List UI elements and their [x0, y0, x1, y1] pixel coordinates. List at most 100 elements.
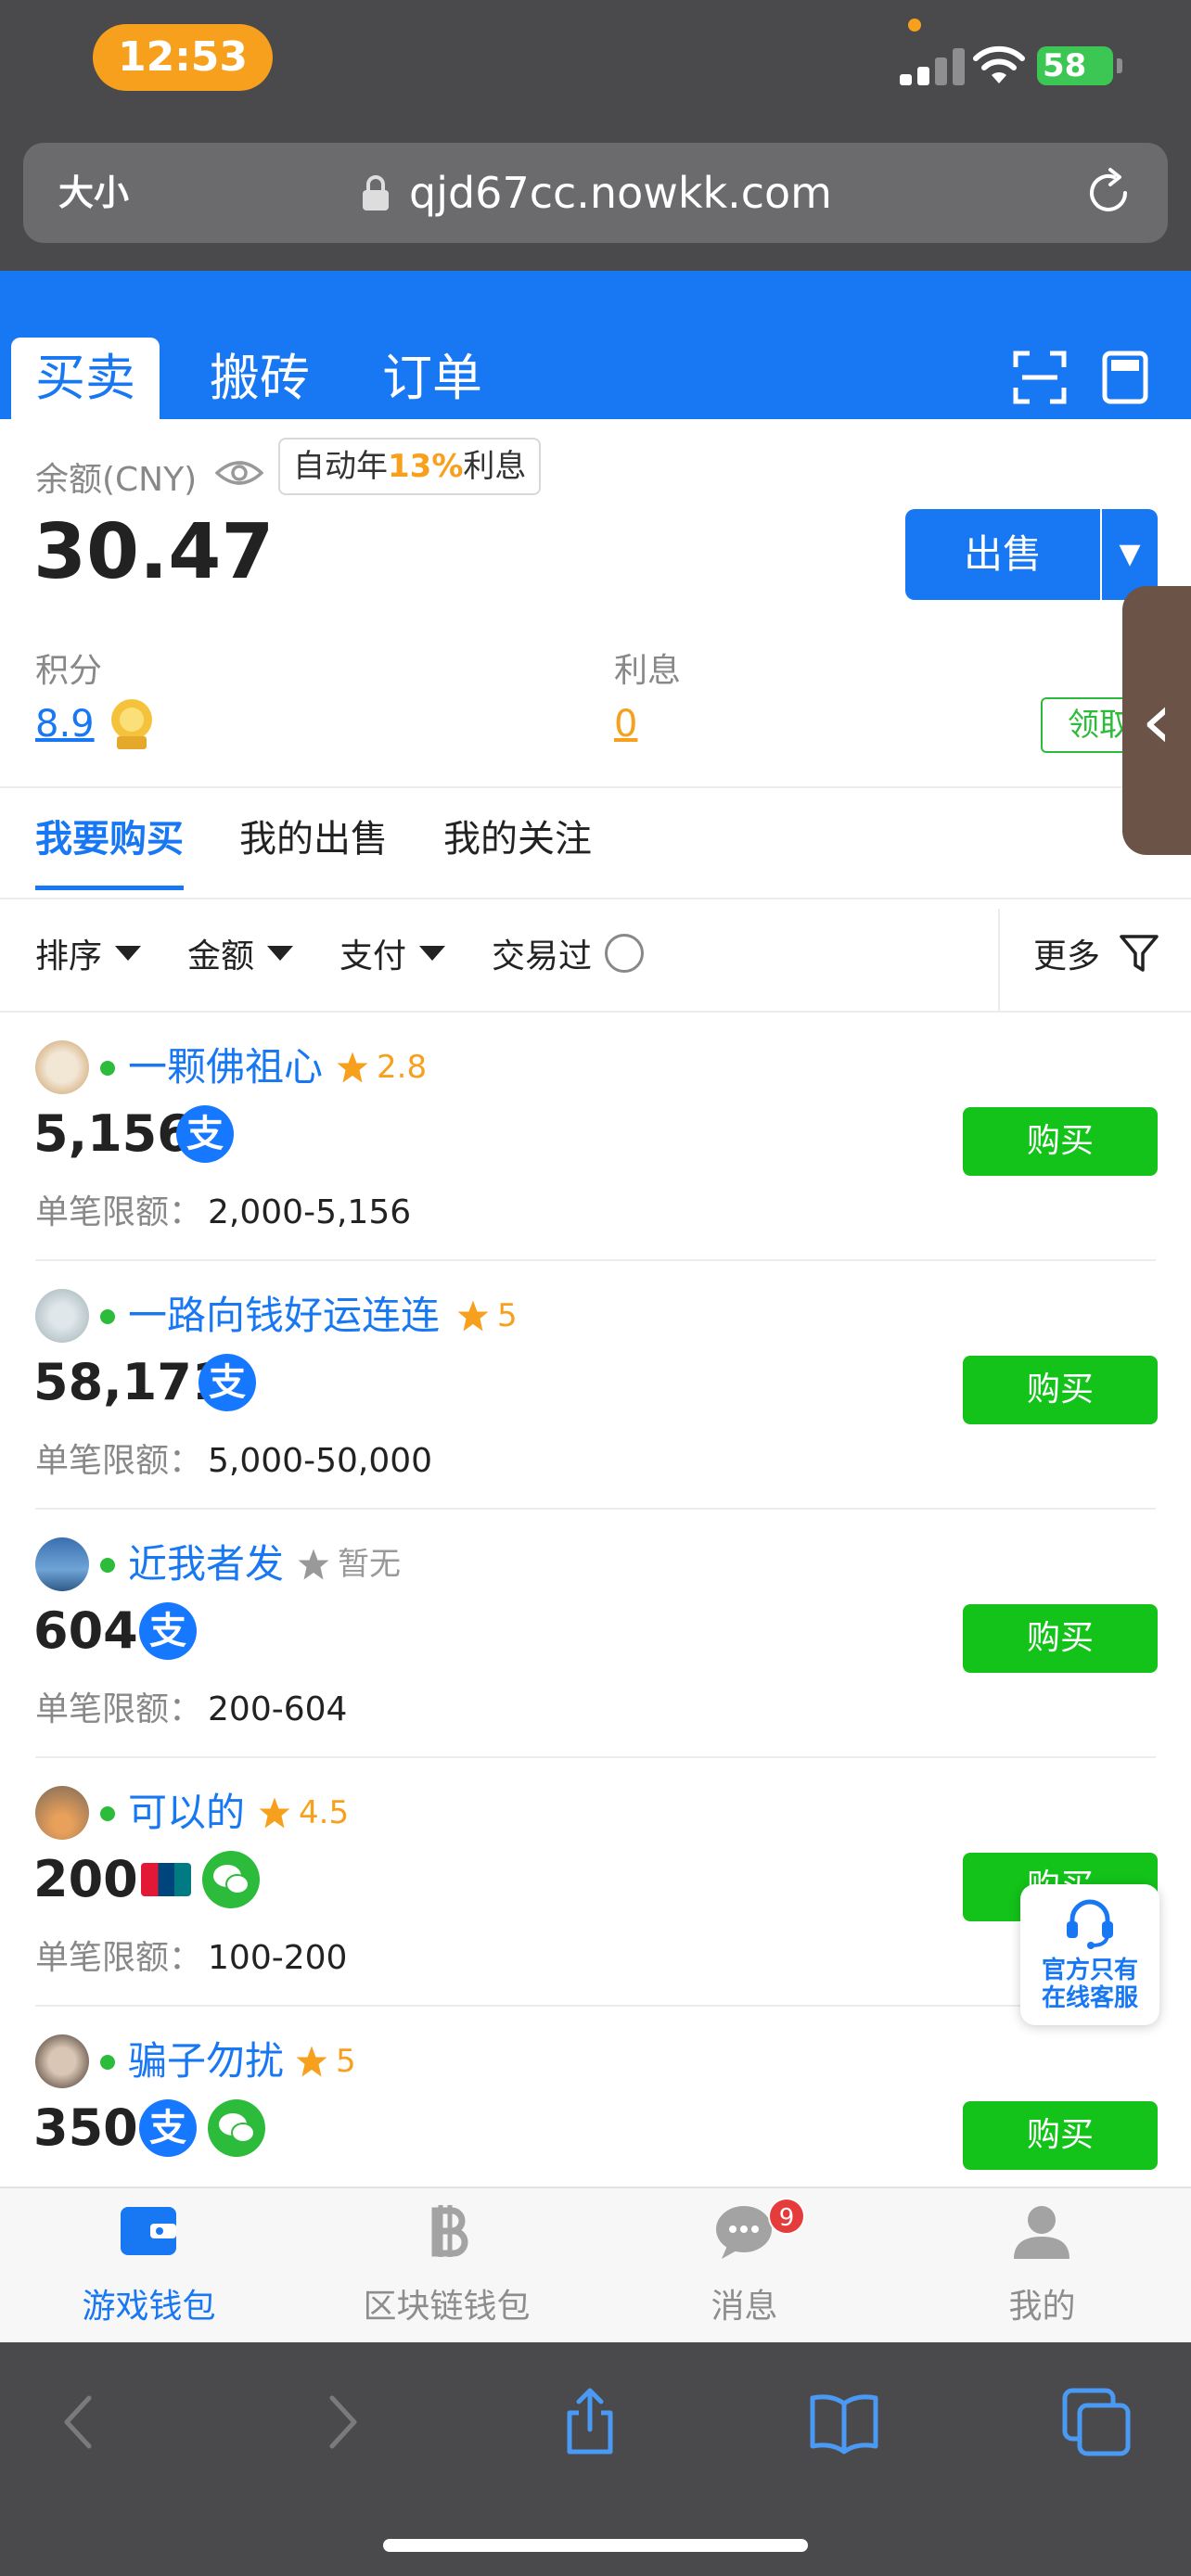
limit-value: 100-200 [208, 1939, 348, 1977]
back-icon[interactable] [46, 2387, 117, 2457]
rating-value: 5 [336, 2043, 356, 2080]
avatar [35, 1537, 89, 1591]
battery-icon: 58 [1037, 46, 1113, 85]
customer-service-widget[interactable]: 官方只有 在线客服 [1020, 1884, 1159, 2025]
nav-game-wallet[interactable]: 游戏钱包 [0, 2188, 298, 2342]
limit-range: 单笔限额： 5,000-50,000 [35, 1434, 432, 1482]
calculator-icon[interactable] [1102, 351, 1148, 404]
nav-profile[interactable]: 我的 [893, 2188, 1191, 2342]
payment-methods: 支 [139, 2099, 276, 2157]
seller-name[interactable]: 一颗佛祖心 [128, 1040, 323, 1094]
filter-bar: 排序 金额 支付 交易过 [35, 929, 690, 977]
online-indicator [100, 1061, 115, 1076]
alipay-icon: 支 [198, 1354, 256, 1411]
balance-value: 30.47 [33, 508, 275, 596]
home-indicator [383, 2539, 808, 2552]
limit-label: 单笔限额： [35, 1690, 203, 1728]
chevron-left-icon: ‹ [1141, 675, 1172, 766]
amount-filter[interactable]: 金额 [187, 929, 294, 977]
seller-name[interactable]: 一路向钱好运连连 [128, 1289, 440, 1343]
seller-rating: 4.5 [258, 1786, 349, 1840]
online-indicator [100, 2055, 115, 2070]
unionpay-icon [141, 1863, 191, 1896]
star-icon [296, 2046, 327, 2077]
wechat-pay-icon [208, 2099, 265, 2157]
text-size-button[interactable]: 大小 [58, 143, 129, 243]
interest-tooltip: 自动年13%利息 [278, 438, 542, 495]
reload-icon[interactable] [1082, 167, 1134, 219]
traded-filter[interactable]: 交易过 [492, 929, 645, 977]
buy-button[interactable]: 购买 [963, 2101, 1158, 2170]
buy-button[interactable]: 购买 [963, 1356, 1158, 1424]
tab-buy[interactable]: 我要购买 [35, 816, 184, 890]
buy-button[interactable]: 购买 [963, 1604, 1158, 1673]
nav-label: 我的 [1008, 2288, 1076, 2326]
nav-label: 区块链钱包 [363, 2288, 531, 2326]
avatar [35, 1786, 89, 1840]
online-indicator [100, 1558, 115, 1573]
wallet-icon [121, 2207, 176, 2255]
limit-label: 单笔限额： [35, 1442, 203, 1480]
online-indicator [100, 1309, 115, 1324]
tab-following[interactable]: 我的关注 [443, 816, 592, 890]
tabs-icon[interactable] [1061, 2387, 1132, 2457]
headset-icon [1067, 1899, 1113, 1949]
interest-value[interactable]: 0 [614, 703, 637, 746]
seller-name[interactable]: 可以的 [128, 1786, 245, 1840]
limit-value: 2,000-5,156 [208, 1193, 412, 1231]
rating-value: 4.5 [299, 1794, 350, 1831]
eye-icon[interactable] [215, 454, 263, 491]
limit-value: 200-604 [208, 1690, 348, 1728]
bookmarks-icon[interactable] [809, 2387, 879, 2457]
more-filter-button[interactable]: 更多 [1033, 929, 1159, 977]
tab-my-sales[interactable]: 我的出售 [239, 816, 388, 890]
nav-label: 游戏钱包 [82, 2288, 216, 2326]
star-icon [298, 1549, 329, 1580]
buy-button[interactable]: 购买 [963, 1107, 1158, 1176]
unread-badge: 9 [768, 2198, 805, 2235]
seller-name[interactable]: 近我者发 [128, 1537, 284, 1591]
listing-item: 一颗佛祖心 2.8 5,156 支 单笔限额： 2,000-5,156 购买 [0, 1013, 1191, 1261]
message-icon [716, 2206, 772, 2259]
scan-icon[interactable] [1013, 351, 1067, 404]
bottom-nav: 游戏钱包 区块链钱包 9 消息 我的 [0, 2187, 1191, 2342]
divider [0, 898, 1191, 899]
alipay-icon: 支 [176, 1105, 234, 1163]
tab-trade[interactable]: 买卖 [11, 338, 160, 419]
tab-move-bricks[interactable]: 搬砖 [187, 338, 332, 419]
seller-rating: 暂无 [297, 1537, 401, 1591]
limit-range: 单笔限额： 100-200 [35, 1931, 347, 1979]
listing-item: 可以的 4.5 200 单笔限额：100-200 购买 [0, 1758, 1191, 2007]
rating-value: 暂无 [338, 1546, 401, 1583]
seller-rating: 5 [295, 2034, 356, 2088]
url-text[interactable]: qjd67cc.nowkk.com [409, 143, 832, 243]
side-drawer-handle[interactable]: ‹ [1122, 586, 1191, 855]
wechat-pay-icon [202, 1851, 260, 1908]
avatar [35, 1289, 89, 1343]
battery-cap [1117, 58, 1122, 73]
rating-value: 2.8 [377, 1049, 428, 1086]
chevron-down-icon: ▼ [1119, 538, 1141, 570]
seller-rating: 2.8 [336, 1040, 427, 1094]
forward-icon[interactable] [304, 2387, 375, 2457]
sort-filter[interactable]: 排序 [35, 929, 142, 977]
payment-methods: 支 [176, 1105, 245, 1163]
payment-filter[interactable]: 支付 [339, 929, 446, 977]
nav-messages[interactable]: 9 消息 [596, 2188, 893, 2342]
radio-icon[interactable] [605, 934, 645, 973]
interest-label: 利息 [614, 652, 682, 690]
privacy-indicator [908, 19, 921, 32]
listing-price: 350 [33, 2098, 138, 2157]
points-value[interactable]: 8.9 [35, 703, 95, 746]
star-icon [259, 1797, 290, 1829]
seller-name[interactable]: 骗子勿扰 [128, 2034, 284, 2088]
share-icon[interactable] [555, 2387, 625, 2457]
tab-orders[interactable]: 订单 [360, 338, 505, 419]
divider [0, 786, 1191, 788]
sell-button[interactable]: 出售 [905, 509, 1100, 600]
interest-tip-rate: 13% [388, 448, 464, 485]
url-bar[interactable]: 大小 qjd67cc.nowkk.com [23, 143, 1168, 243]
nav-blockchain-wallet[interactable]: 区块链钱包 [298, 2188, 596, 2342]
balance-label: 余额(CNY) [35, 461, 198, 499]
payment-methods: 支 [139, 1602, 208, 1660]
